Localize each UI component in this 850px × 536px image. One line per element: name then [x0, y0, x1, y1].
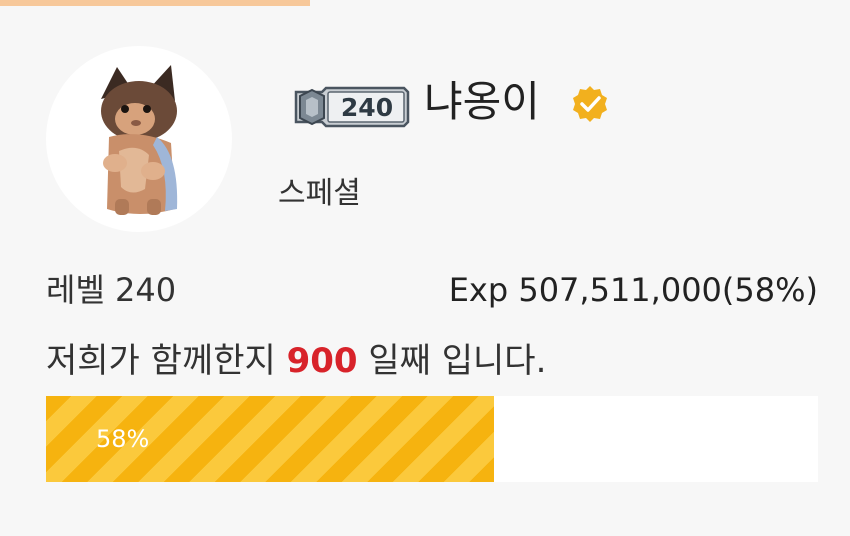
exp-progress-label: 58% [96, 425, 150, 453]
nickname: 냐옹이 [424, 77, 540, 126]
user-type-label: 스페셜 [278, 176, 361, 211]
days-count: 900 [286, 341, 358, 381]
days-together-text: 저희가 함께한지 900 일째 입니다. [46, 336, 546, 386]
top-accent-bar [0, 0, 310, 6]
verified-badge-icon [570, 84, 610, 124]
days-prefix: 저희가 함께한지 [46, 341, 287, 381]
exp-label: Exp 507,511,000(58%) [448, 271, 818, 309]
level-badge-number: 240 [340, 92, 394, 122]
level-label: 레벨 240 [46, 271, 177, 309]
cat-avatar-icon [101, 65, 178, 215]
level-badge: 240 [292, 84, 410, 130]
avatar[interactable] [46, 46, 232, 232]
days-suffix: 일째 입니다. [357, 341, 547, 381]
exp-progress-bar: 58% [46, 396, 818, 482]
